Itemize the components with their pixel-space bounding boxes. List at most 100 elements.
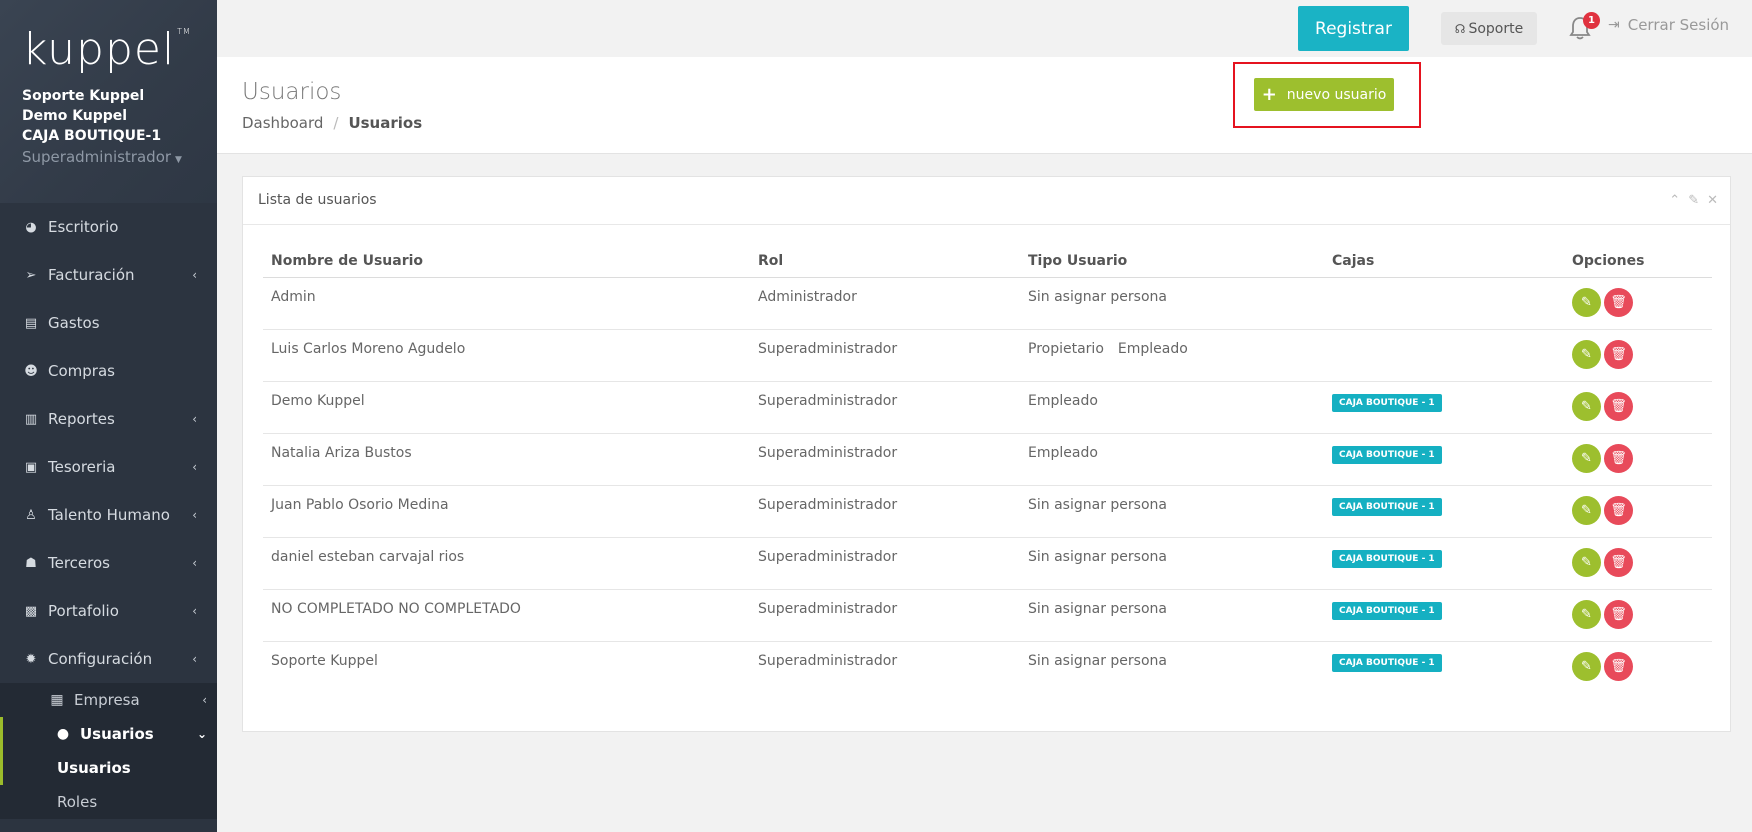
sidebar-item-label: Escritorio <box>48 218 119 236</box>
sidebar-item-9[interactable]: ✹ Configuración ‹ <box>0 635 217 683</box>
sidebar-item-label: Gastos <box>48 314 100 332</box>
card-header: Lista de usuarios ⌃ ✎ ✕ <box>243 177 1730 225</box>
cell-name: daniel esteban carvajal rios <box>263 537 750 590</box>
logout-link[interactable]: ⇥ Cerrar Sesión <box>1608 16 1729 34</box>
kuppel-logo: kuppel TM <box>22 24 191 75</box>
edit-icon: ✎ <box>1581 554 1592 570</box>
sidebar-menu: ◕ Escritorio ➢ Facturación ‹ ▤ Gastos ☻ Compras ▥… <box>0 203 217 683</box>
building-icon: ▦ <box>50 692 64 708</box>
collapse-icon[interactable]: ⌃ <box>1669 193 1680 208</box>
chevron-left-icon: ‹ <box>192 460 197 474</box>
card-title: Lista de usuarios <box>258 192 377 208</box>
col-nombre: Nombre de Usuario <box>263 245 750 278</box>
sidebar-item-0[interactable]: ◕ Escritorio <box>0 203 217 251</box>
table-header-row: Nombre de Usuario Rol Tipo Usuario Cajas… <box>263 245 1712 278</box>
sidebar-subitem-roles[interactable]: Roles <box>0 785 217 819</box>
topbar: Registrar ☊ Soporte 1 ⇥ Cerrar Sesión <box>217 0 1752 57</box>
new-user-button[interactable]: + nuevo usuario <box>1254 78 1394 111</box>
delete-button[interactable]: 🗑︎ <box>1604 599 1633 629</box>
sidebar-item-8[interactable]: ▩ Portafolio ‹ <box>0 587 217 635</box>
trash-icon: 🗑︎ <box>1610 554 1627 570</box>
sidebar-item-3[interactable]: ☻ Compras <box>0 347 217 395</box>
users-card: Lista de usuarios ⌃ ✎ ✕ Nombre de Usuari… <box>242 176 1731 732</box>
edit-button[interactable]: ✎ <box>1572 287 1601 317</box>
sidebar-item-7[interactable]: ☗ Terceros ‹ <box>0 539 217 587</box>
sidebar-item-empresa[interactable]: ▦ Empresa ‹ <box>0 683 217 717</box>
sidebar-item-usuarios[interactable]: ● Usuarios ⌄ <box>0 717 217 751</box>
col-tipo: Tipo Usuario <box>1020 245 1324 278</box>
table-row: Juan Pablo Osorio Medina Superadministrad… <box>263 485 1712 538</box>
cell-caja: CAJA BOUTIQUE - 1 <box>1324 433 1564 486</box>
chevron-left-icon: ‹ <box>192 556 197 570</box>
tipo-value: Empleado <box>1028 392 1098 409</box>
tipo-value: Sin asignar persona <box>1028 652 1167 669</box>
cell-role: Superadministrador <box>750 381 1020 434</box>
sidebar-item-label: Configuración <box>48 650 153 668</box>
notifications-bell[interactable]: 1 <box>1569 12 1600 42</box>
delete-button[interactable]: 🗑︎ <box>1604 287 1633 317</box>
delete-button[interactable]: 🗑︎ <box>1604 547 1633 577</box>
chevron-left-icon: ‹ <box>192 604 197 618</box>
plus-icon: + <box>1261 83 1277 105</box>
edit-button[interactable]: ✎ <box>1572 651 1601 681</box>
registrar-button[interactable]: Registrar <box>1298 6 1409 51</box>
cell-role: Superadministrador <box>750 589 1020 642</box>
close-icon[interactable]: ✕ <box>1707 193 1718 208</box>
cell-caja <box>1324 329 1564 382</box>
edit-button[interactable]: ✎ <box>1572 391 1601 421</box>
paper-plane-icon: ➢ <box>25 267 37 283</box>
delete-button[interactable]: 🗑︎ <box>1604 339 1633 369</box>
sidebar-item-2[interactable]: ▤ Gastos <box>0 299 217 347</box>
pie-chart-icon: ◕ <box>25 219 37 235</box>
caret-down-icon: ▼ <box>175 155 182 165</box>
edit-button[interactable]: ✎ <box>1572 339 1601 369</box>
sidebar-item-1[interactable]: ➢ Facturación ‹ <box>0 251 217 299</box>
cell-name: Demo Kuppel <box>263 381 750 434</box>
receipt-icon: ▤ <box>24 315 38 331</box>
cell-options: ✎ 🗑︎ <box>1564 433 1712 486</box>
sidebar-item-label: Compras <box>48 362 115 380</box>
breadcrumb-dashboard[interactable]: Dashboard <box>242 114 323 132</box>
cell-caja: CAJA BOUTIQUE - 1 <box>1324 641 1564 693</box>
row-actions: ✎ 🗑︎ <box>1572 651 1712 681</box>
edit-icon: ✎ <box>1581 294 1592 310</box>
caja-badge: CAJA BOUTIQUE - 1 <box>1332 393 1442 412</box>
chevron-left-icon: ‹ <box>192 652 197 666</box>
breadcrumb: Dashboard / Usuarios <box>242 114 423 132</box>
tipo-value: Sin asignar persona <box>1028 288 1167 305</box>
cell-role: Superadministrador <box>750 433 1020 486</box>
sidebar-subitem-usuarios[interactable]: Usuarios <box>0 751 217 785</box>
col-cajas: Cajas <box>1324 245 1564 278</box>
tipo-value: Empleado <box>1028 444 1098 461</box>
profile-role-dropdown[interactable]: Superadministrador ▼ <box>22 148 195 166</box>
sidebar-item-4[interactable]: ▥ Reportes ‹ <box>0 395 217 443</box>
cell-role: Superadministrador <box>750 329 1020 382</box>
edit-button[interactable]: ✎ <box>1572 599 1601 629</box>
sidebar-item-label: Talento Humano <box>48 506 170 524</box>
sidebar-item-label: Reportes <box>48 410 115 428</box>
soporte-button[interactable]: ☊ Soporte <box>1441 12 1537 45</box>
cell-tipo: Sin asignar persona <box>1020 277 1324 330</box>
cell-options: ✎ 🗑︎ <box>1564 381 1712 434</box>
table-row: Luis Carlos Moreno Agudelo Superadministr… <box>263 329 1712 382</box>
delete-button[interactable]: 🗑︎ <box>1604 651 1633 681</box>
trash-icon: 🗑︎ <box>1610 658 1627 674</box>
cell-name: Admin <box>263 277 750 330</box>
cell-role: Superadministrador <box>750 485 1020 538</box>
wrench-icon[interactable]: ✎ <box>1688 193 1699 208</box>
cell-tipo: Empleado <box>1020 433 1324 486</box>
sidebar-item-6[interactable]: ♙ Talento Humano ‹ <box>0 491 217 539</box>
page-title: Usuarios <box>242 79 342 105</box>
edit-button[interactable]: ✎ <box>1572 547 1601 577</box>
delete-button[interactable]: 🗑︎ <box>1604 443 1633 473</box>
cell-caja: CAJA BOUTIQUE - 1 <box>1324 537 1564 590</box>
chevron-left-icon: ‹ <box>192 508 197 522</box>
edit-button[interactable]: ✎ <box>1572 495 1601 525</box>
page-header: Usuarios Dashboard / Usuarios + nuevo usua… <box>217 57 1752 154</box>
table-row: Soporte Kuppel Superadministrador Sin asig… <box>263 641 1712 693</box>
delete-button[interactable]: 🗑︎ <box>1604 495 1633 525</box>
delete-button[interactable]: 🗑︎ <box>1604 391 1633 421</box>
edit-button[interactable]: ✎ <box>1572 443 1601 473</box>
sidebar-item-5[interactable]: ▣ Tesoreria ‹ <box>0 443 217 491</box>
wallet-icon: ▣ <box>24 459 38 475</box>
